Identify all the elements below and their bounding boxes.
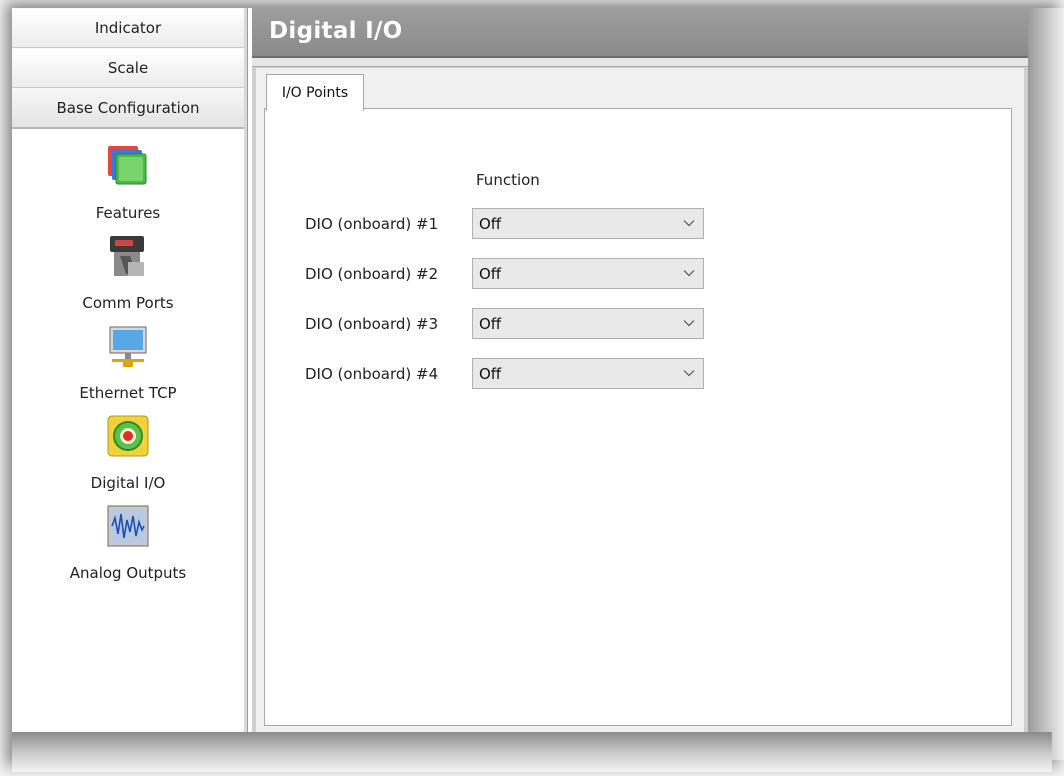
sidebar-splitter[interactable] <box>244 8 248 732</box>
dio-function-select-2[interactable]: Off <box>472 258 704 289</box>
comm-ports-icon <box>110 236 144 276</box>
tool-label-features: Features <box>95 204 161 222</box>
dio-label-4: DIO (onboard) #4 <box>305 365 439 383</box>
chevron-down-icon <box>683 270 695 277</box>
dio-function-value-4: Off <box>479 365 502 383</box>
dio-function-value-1: Off <box>479 215 502 233</box>
tool-ethernet-tcp[interactable]: Ethernet TCP <box>12 320 244 410</box>
dio-function-value-3: Off <box>479 315 502 333</box>
nav-button-indicator[interactable]: Indicator <box>12 8 244 48</box>
digital-io-icon <box>107 415 149 457</box>
nav-button-base-configuration[interactable]: Base Configuration <box>12 88 244 129</box>
dio-function-select-4[interactable]: Off <box>472 358 704 389</box>
dio-label-2: DIO (onboard) #2 <box>305 265 439 283</box>
sidebar: Indicator Scale Base Configuration Featu… <box>12 8 245 732</box>
tool-label-digital-io: Digital I/O <box>90 474 166 492</box>
chevron-down-icon <box>683 320 695 327</box>
tab-page-io-points: Function DIO (onboard) #1 Off DIO (onboa… <box>264 108 1012 726</box>
function-column-header: Function <box>476 171 540 189</box>
dio-function-select-1[interactable]: Off <box>472 208 704 239</box>
tool-features[interactable]: Features <box>12 140 244 230</box>
features-icon <box>108 146 147 185</box>
dio-label-3: DIO (onboard) #3 <box>305 315 439 333</box>
tool-analog-outputs[interactable]: Analog Outputs <box>12 500 244 590</box>
nav-button-scale[interactable]: Scale <box>12 48 244 88</box>
tool-label-comm-ports: Comm Ports <box>82 294 174 312</box>
title-bar: Digital I/O <box>252 8 1028 58</box>
tab-area: I/O Points Function DIO (onboard) #1 Off… <box>256 68 1024 732</box>
main-panel: Digital I/O I/O Points Function DIO (onb… <box>252 8 1028 732</box>
tool-label-ethernet-tcp: Ethernet TCP <box>79 384 177 402</box>
window-shadow-right <box>1028 8 1064 760</box>
tool-label-analog-outputs: Analog Outputs <box>69 564 187 582</box>
window-shadow-bottom <box>12 732 1052 772</box>
dio-label-1: DIO (onboard) #1 <box>305 215 439 233</box>
page-title: Digital I/O <box>269 18 403 44</box>
dio-function-value-2: Off <box>479 265 502 283</box>
dio-function-select-3[interactable]: Off <box>472 308 704 339</box>
ethernet-tcp-icon <box>109 326 147 367</box>
tool-digital-io[interactable]: Digital I/O <box>12 410 244 500</box>
chevron-down-icon <box>683 220 695 227</box>
analog-outputs-icon <box>107 505 149 547</box>
tool-comm-ports[interactable]: Comm Ports <box>12 230 244 320</box>
tab-io-points[interactable]: I/O Points <box>266 74 364 111</box>
chevron-down-icon <box>683 370 695 377</box>
title-divider <box>252 58 1028 67</box>
